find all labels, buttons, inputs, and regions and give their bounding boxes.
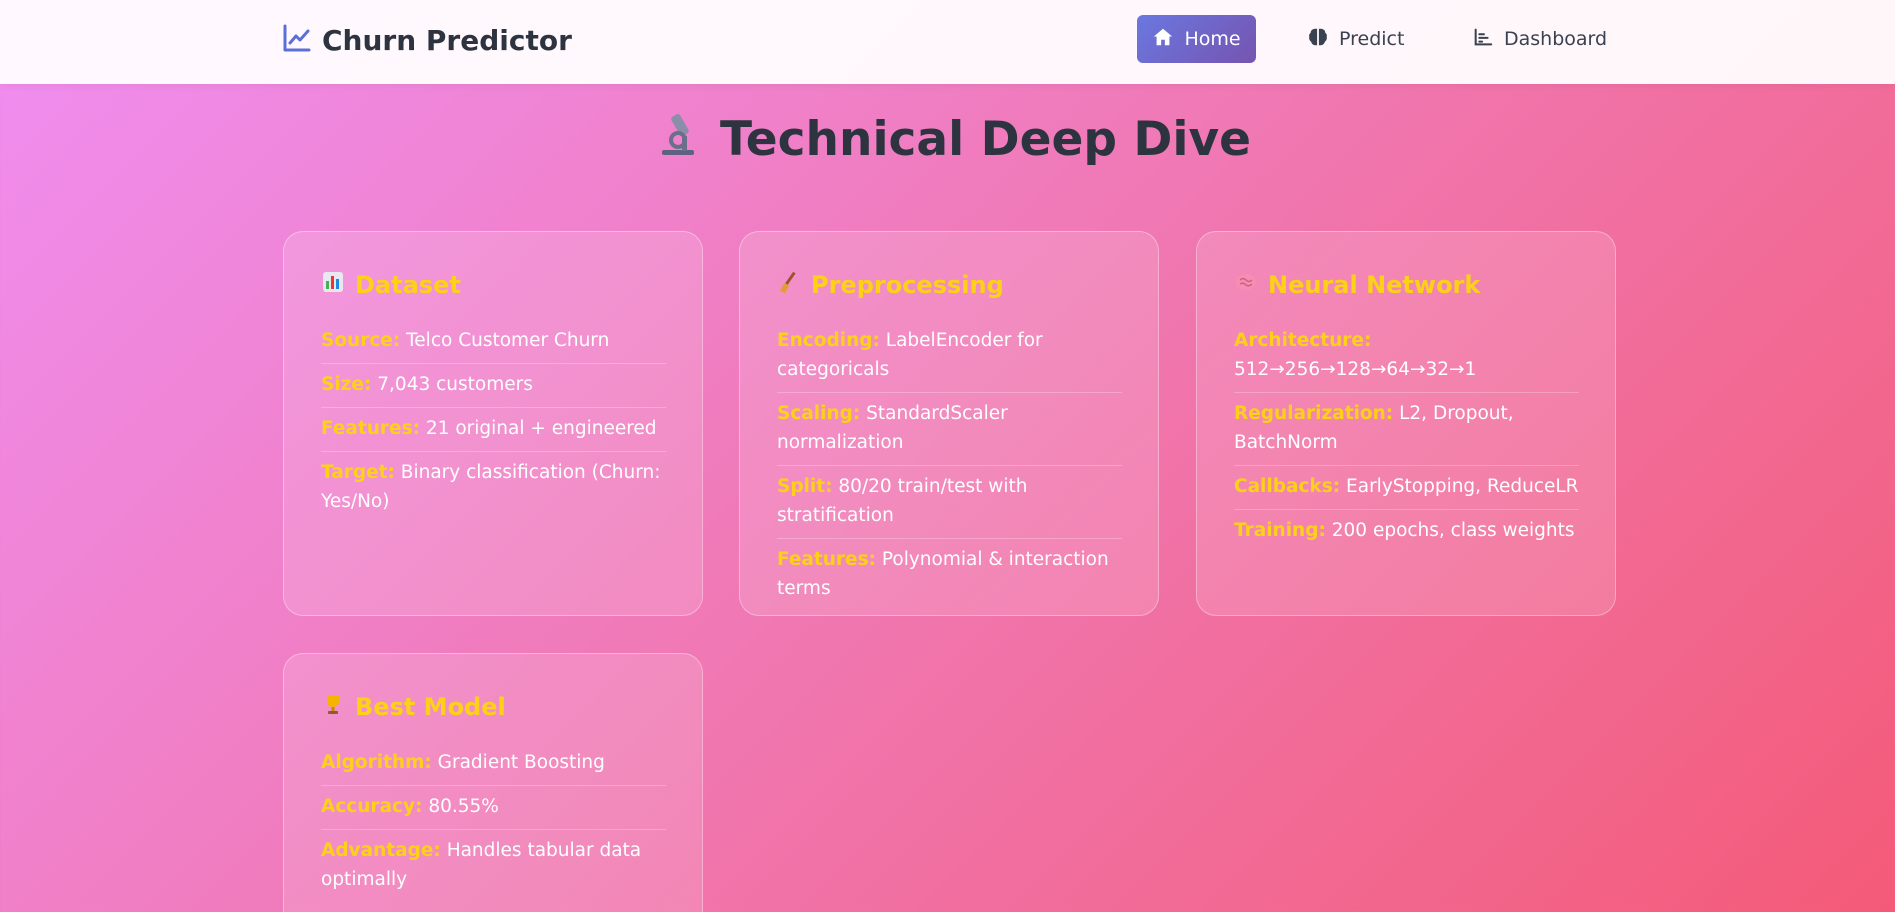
microscope-icon <box>654 110 702 169</box>
row-label: Architecture: <box>1234 330 1372 351</box>
row-label: Regularization: <box>1234 403 1394 424</box>
row-label: Source: <box>321 330 401 351</box>
card-title-text: Neural Network <box>1268 271 1481 299</box>
info-row: Size: 7,043 customers <box>321 364 666 408</box>
row-value: 512→256→128→64→32→1 <box>1234 359 1477 380</box>
info-row: Source: Telco Customer Churn <box>321 320 666 364</box>
brain-icon <box>1307 26 1329 53</box>
card-title-text: Preprocessing <box>811 271 1004 299</box>
home-icon <box>1152 26 1174 53</box>
row-label: Training: <box>1234 520 1326 541</box>
row-label: Target: <box>321 462 395 483</box>
info-row: Algorithm: Gradient Boosting <box>321 742 666 786</box>
card-title: Preprocessing <box>777 270 1122 300</box>
navbar: Churn Predictor Home Predict Dashboard <box>0 0 1895 84</box>
info-row: Encoding: LabelEncoder for categoricals <box>777 320 1122 393</box>
brand[interactable]: Churn Predictor <box>282 22 572 58</box>
row-label: Accuracy: <box>321 796 423 817</box>
info-row: Target: Binary classification (Churn: Ye… <box>321 452 666 524</box>
row-label: Size: <box>321 374 372 395</box>
brain-emoji-icon <box>1234 270 1258 300</box>
card-title: Dataset <box>321 270 666 300</box>
row-value: EarlyStopping, ReduceLR <box>1346 476 1579 497</box>
page-title: Technical Deep Dive <box>0 110 1895 169</box>
card-best-model: Best Model Algorithm: Gradient Boosting … <box>283 653 703 912</box>
info-row: Split: 80/20 train/test with stratificat… <box>777 466 1122 539</box>
card-title-text: Best Model <box>355 693 506 721</box>
row-value: 21 original + engineered <box>425 418 657 439</box>
info-row: Training: 200 epochs, class weights <box>1234 510 1579 553</box>
nav-home-label: Home <box>1184 28 1241 50</box>
page-title-text: Technical Deep Dive <box>719 112 1252 167</box>
card-title-text: Dataset <box>355 271 461 299</box>
row-value: 200 epochs, class weights <box>1331 520 1575 541</box>
card-dataset: Dataset Source: Telco Customer Churn Siz… <box>283 231 703 616</box>
brand-name: Churn Predictor <box>322 23 572 57</box>
info-row: Callbacks: EarlyStopping, ReduceLR <box>1234 466 1579 510</box>
line-chart-icon <box>282 23 312 57</box>
card-preprocessing: Preprocessing Encoding: LabelEncoder for… <box>739 231 1159 616</box>
info-row: Features: 21 original + engineered <box>321 408 666 452</box>
info-row: Features: Polynomial & interaction terms <box>777 539 1122 611</box>
nav-dashboard-label: Dashboard <box>1504 28 1608 50</box>
row-value: 7,043 customers <box>377 374 533 395</box>
row-value: 80.55% <box>428 796 499 817</box>
bar-chart-emoji-icon <box>321 270 345 300</box>
info-row: Scaling: StandardScaler normalization <box>777 393 1122 466</box>
info-row: Architecture: 512→256→128→64→32→1 <box>1234 320 1579 393</box>
nav-predict-label: Predict <box>1339 28 1405 50</box>
row-label: Split: <box>777 476 833 497</box>
row-label: Advantage: <box>321 840 441 861</box>
info-row: Regularization: L2, Dropout, BatchNorm <box>1234 393 1579 466</box>
info-row: Advantage: Handles tabular data optimall… <box>321 830 666 902</box>
trophy-icon <box>321 692 345 722</box>
row-label: Encoding: <box>777 330 880 351</box>
row-label: Algorithm: <box>321 752 432 773</box>
row-label: Features: <box>777 549 877 570</box>
info-row: Accuracy: 80.55% <box>321 786 666 830</box>
bar-chart-icon <box>1472 26 1494 53</box>
nav-home[interactable]: Home <box>1137 15 1256 63</box>
row-label: Features: <box>321 418 421 439</box>
row-label: Callbacks: <box>1234 476 1341 497</box>
card-neural-network: Neural Network Architecture: 512→256→128… <box>1196 231 1616 616</box>
nav-dashboard[interactable]: Dashboard <box>1472 15 1607 63</box>
card-title: Neural Network <box>1234 270 1579 300</box>
card-title: Best Model <box>321 692 666 722</box>
row-value: Telco Customer Churn <box>406 330 610 351</box>
row-value: Gradient Boosting <box>437 752 605 773</box>
nav-predict[interactable]: Predict <box>1307 15 1404 63</box>
row-label: Scaling: <box>777 403 861 424</box>
broom-icon <box>777 270 801 300</box>
